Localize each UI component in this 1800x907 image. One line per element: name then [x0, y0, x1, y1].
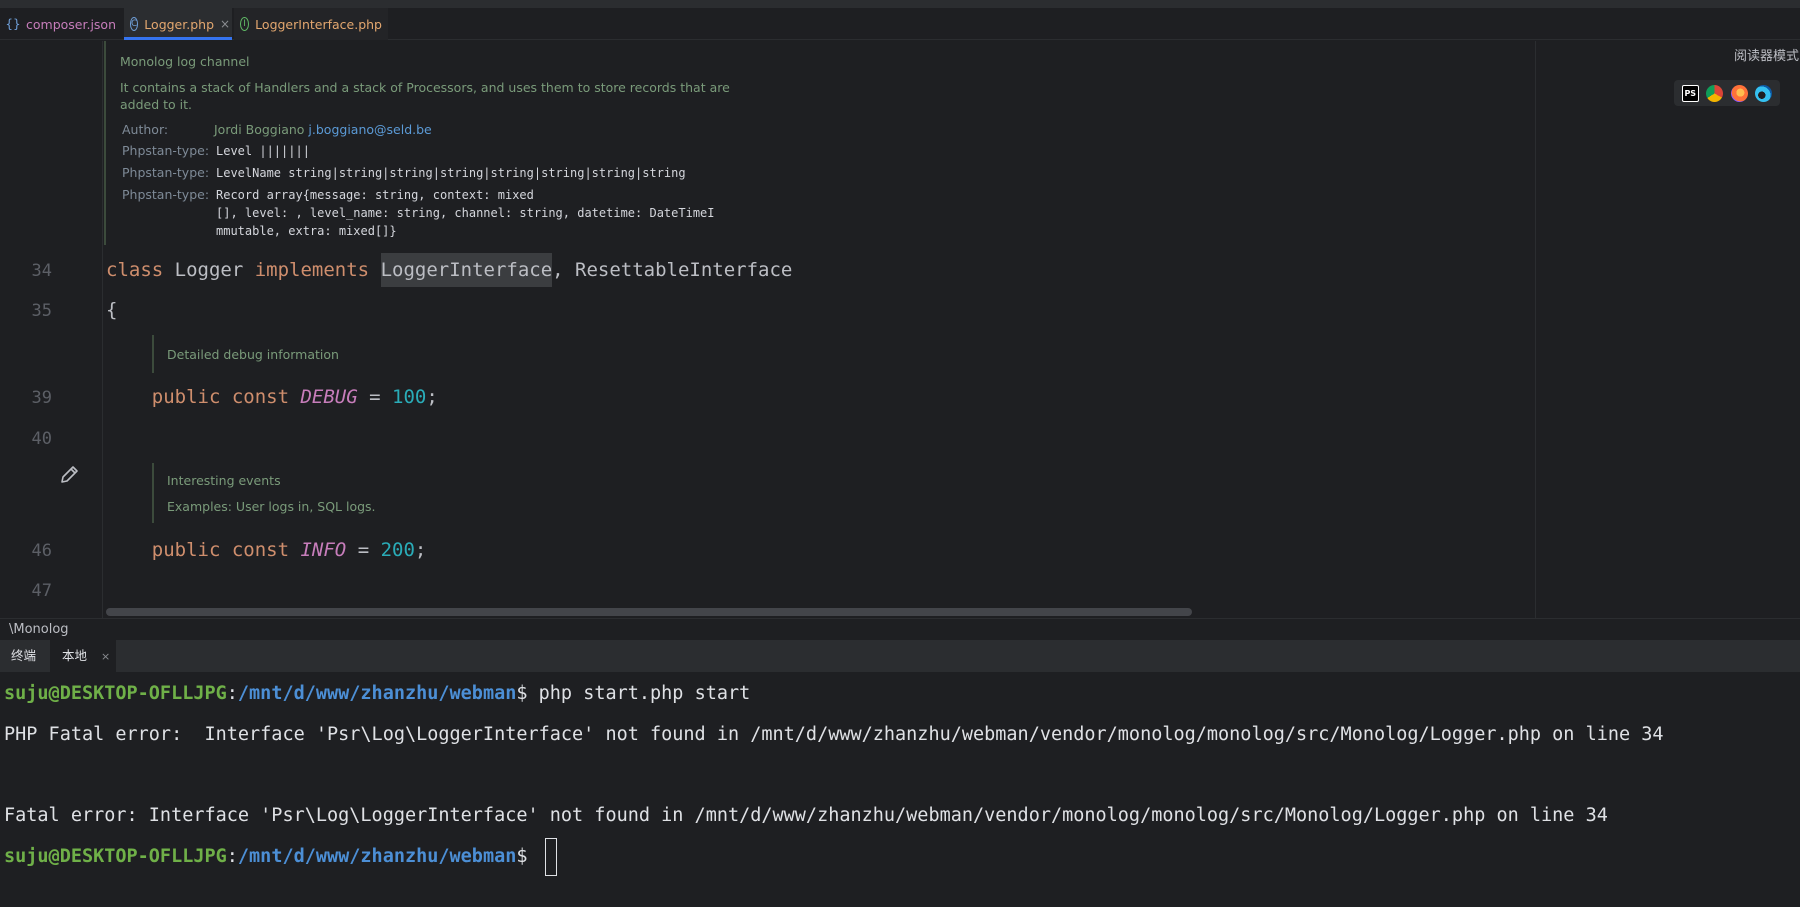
number-value: 200: [380, 539, 415, 561]
highlighted-identifier[interactable]: LoggerInterface: [380, 253, 553, 287]
semicolon: ;: [414, 539, 427, 561]
terminal-command-line: suju@DESKTOP-OFLLJPG:/mnt/d/www/zhanzhu/…: [4, 683, 750, 704]
info-docblock: Interesting events Examples: User logs i…: [152, 463, 472, 523]
resettable-interface: , ResettableInterface: [552, 259, 793, 281]
keyword-class: class: [106, 259, 164, 281]
line-number: 34: [31, 261, 52, 281]
doc-phpstan-label: Phpstan-type:: [122, 143, 210, 158]
breadcrumb[interactable]: \Monolog: [0, 618, 1800, 640]
keyword-public-const: public const: [151, 539, 301, 561]
tab-label: 本地: [62, 648, 88, 663]
class-name: Logger: [163, 259, 255, 281]
terminal-output[interactable]: suju@DESKTOP-OFLLJPG:/mnt/d/www/zhanzhu/…: [0, 672, 1800, 907]
keyword-implements: implements: [254, 259, 370, 281]
author-name: Jordi Boggiano: [214, 122, 305, 137]
tab-label: Logger.php: [144, 16, 215, 32]
prompt-path: /mnt/d/www/zhanzhu/webman: [237, 846, 517, 867]
code-editor[interactable]: 阅读器模式 PS Monolog log channel It contains…: [0, 41, 1800, 618]
doc-phpstan-type-record-l3: mmutable, extra: mixed[]}: [216, 224, 397, 238]
prompt-symbol: $: [516, 846, 539, 867]
doc-phpstan-type-record-l2: [], level: , level_name: string, channel…: [216, 206, 715, 220]
command-text: php start.php start: [538, 683, 751, 704]
doc-title: Monolog log channel: [120, 54, 250, 69]
line-number: 40: [31, 429, 52, 449]
doc-author: Jordi Boggiano j.boggiano@seld.be: [214, 122, 432, 137]
line-number: 46: [31, 541, 52, 561]
semicolon: ;: [426, 386, 438, 408]
doc-phpstan-label: Phpstan-type:: [122, 165, 210, 180]
close-icon[interactable]: ×: [101, 650, 110, 663]
prompt-symbol: $: [516, 683, 539, 704]
line-number: 35: [31, 301, 52, 321]
line-number: 47: [31, 581, 52, 601]
terminal-panel-title: 终端: [11, 648, 37, 663]
number-value: 100: [392, 386, 427, 408]
horizontal-scrollbar[interactable]: [106, 608, 1192, 616]
class-icon: C: [130, 17, 139, 31]
doc-phpstan-type-record-l1: Record array{message: string, context: m…: [216, 188, 534, 202]
prompt-path: /mnt/d/www/zhanzhu/webman: [237, 683, 517, 704]
doc-phpstan-type-levelname: LevelName string|string|string|string|st…: [216, 166, 686, 180]
class-docblock: Monolog log channel It contains a stack …: [104, 41, 784, 245]
edit-pencil-icon[interactable]: [58, 464, 80, 486]
doc-description-line-1: It contains a stack of Handlers and a st…: [120, 80, 730, 95]
debug-docblock: Detailed debug information: [152, 335, 452, 373]
close-icon[interactable]: ×: [220, 17, 230, 31]
tab-terminal-local[interactable]: 本地 ×: [50, 640, 116, 672]
interface-icon: I: [240, 17, 250, 31]
terminal-error-line: PHP Fatal error: Interface 'Psr\Log\Logg…: [4, 724, 1664, 745]
firefox-icon[interactable]: [1730, 84, 1748, 102]
code-line-34[interactable]: class Logger implements LoggerInterface,…: [106, 253, 793, 287]
tab-loggerinterface-php[interactable]: I LoggerInterface.php: [234, 8, 388, 40]
prompt-user: suju@DESKTOP-OFLLJPG: [4, 846, 227, 867]
doc-info-text-2: Examples: User logs in, SQL logs.: [167, 499, 376, 514]
terminal-error-line: Fatal error: Interface 'Psr\Log\LoggerIn…: [4, 805, 1608, 826]
editor-tab-bar: {} composer.json C Logger.php × I Logger…: [0, 8, 1800, 40]
browser-preview-toolbar: PS: [1674, 80, 1780, 106]
doc-phpstan-label: Phpstan-type:: [122, 187, 210, 202]
json-braces-icon: {}: [5, 17, 21, 31]
code-line-46[interactable]: public const INFO = 200;: [106, 539, 427, 561]
keyword-public-const: public const: [151, 386, 301, 408]
doc-debug-text: Detailed debug information: [167, 347, 339, 362]
doc-description-line-2: added to it.: [120, 97, 192, 112]
prompt-user: suju@DESKTOP-OFLLJPG: [4, 683, 227, 704]
tab-composer-json[interactable]: {} composer.json: [0, 8, 122, 40]
author-email-link[interactable]: j.boggiano@seld.be: [308, 122, 431, 137]
gutter-divider: [102, 41, 103, 618]
terminal-tab-bar: 终端 本地 ×: [0, 640, 1800, 672]
terminal-cursor[interactable]: [544, 838, 557, 876]
tab-label: composer.json: [26, 16, 117, 32]
doc-phpstan-type-level: Level |||||||: [216, 144, 310, 158]
doc-info-text-1: Interesting events: [167, 473, 281, 488]
line-number: 39: [31, 388, 52, 408]
operator: =: [346, 539, 381, 561]
tab-label: LoggerInterface.php: [255, 16, 382, 32]
reader-mode-toggle[interactable]: 阅读器模式: [1734, 45, 1799, 64]
const-name: DEBUG: [300, 386, 358, 408]
edge-icon[interactable]: [1755, 84, 1773, 102]
terminal-prompt-line: suju@DESKTOP-OFLLJPG:/mnt/d/www/zhanzhu/…: [4, 838, 557, 876]
phpstorm-icon[interactable]: PS: [1681, 84, 1699, 102]
prompt-colon: :: [226, 683, 238, 704]
code-line-35[interactable]: {: [106, 299, 117, 321]
chrome-icon[interactable]: [1706, 84, 1724, 102]
doc-author-label: Author:: [122, 122, 169, 137]
code-line-39[interactable]: public const DEBUG = 100;: [106, 386, 438, 408]
right-margin-guide: [1535, 41, 1536, 618]
window-top-strip: [0, 0, 1800, 8]
prompt-colon: :: [226, 846, 238, 867]
const-name: INFO: [300, 539, 347, 561]
tab-logger-php[interactable]: C Logger.php ×: [124, 8, 232, 40]
operator: =: [357, 386, 393, 408]
